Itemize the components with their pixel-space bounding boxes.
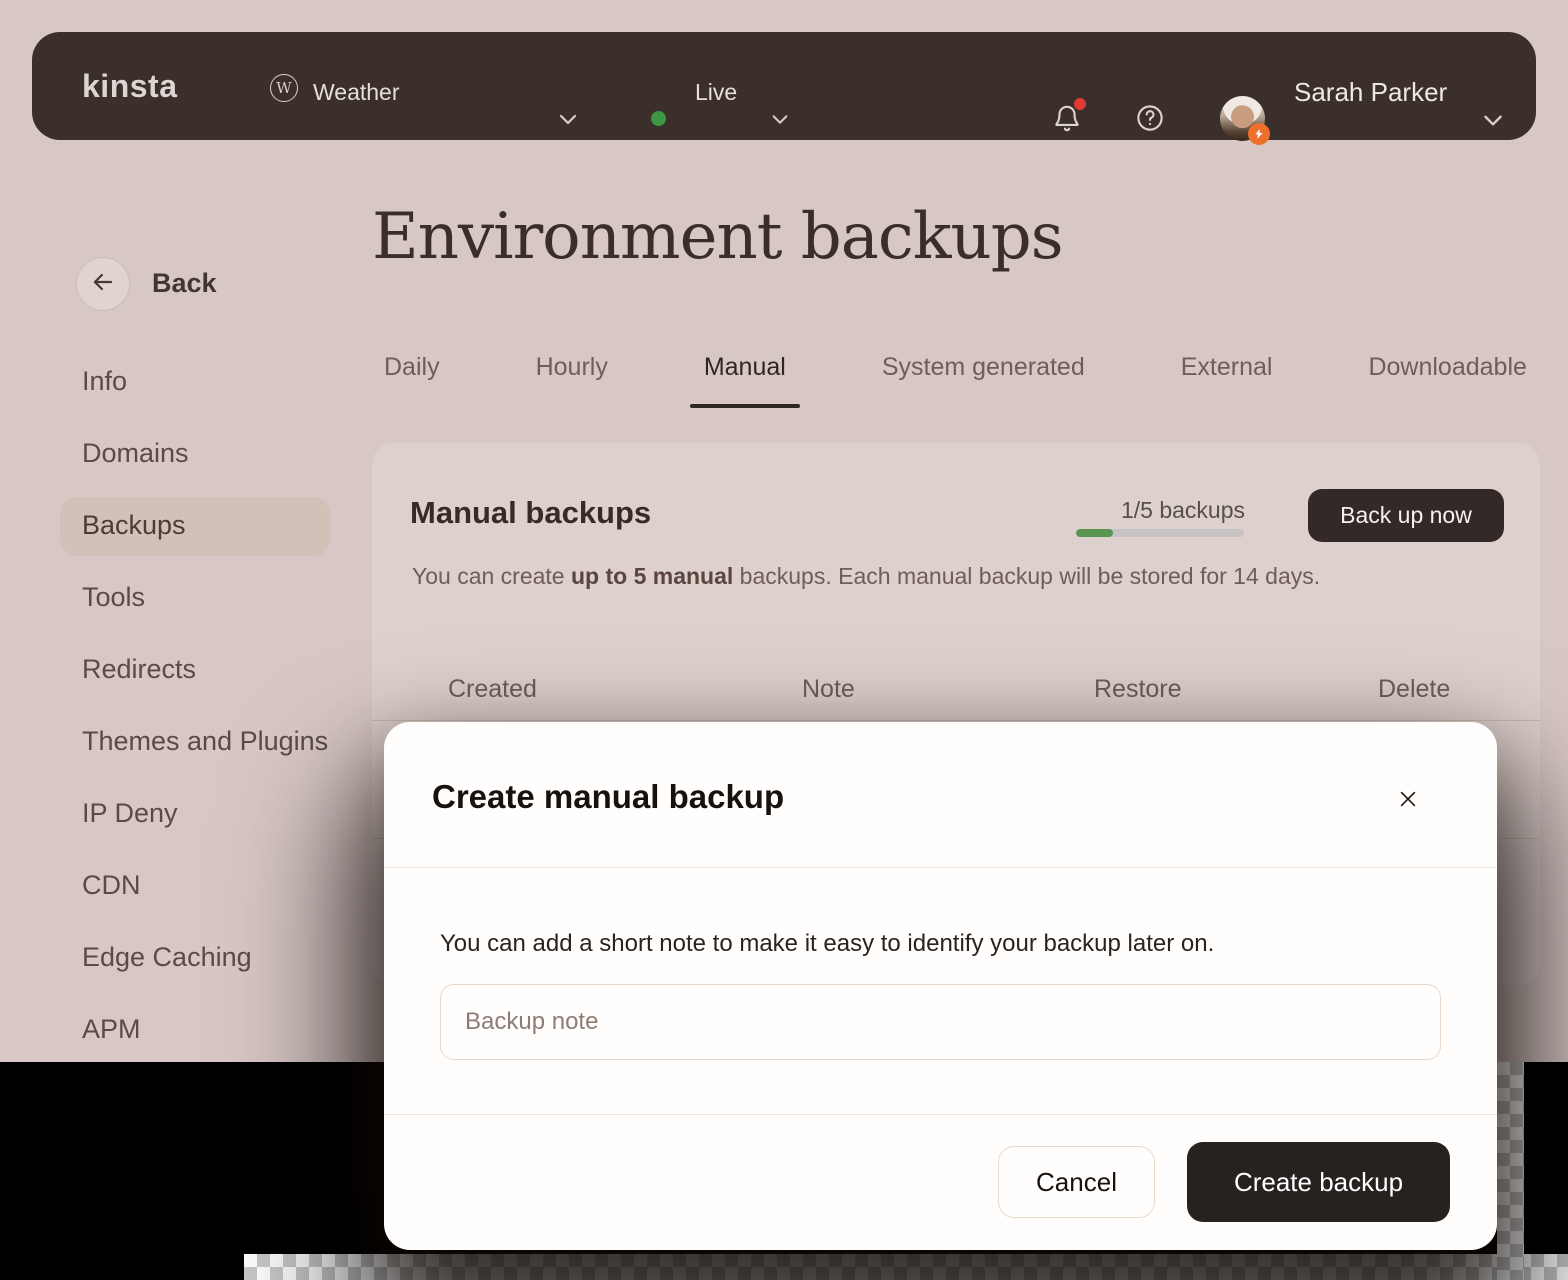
- transparency-checker-strip: [1497, 1062, 1524, 1280]
- sidebar-item-apm[interactable]: APM: [82, 1014, 334, 1048]
- backup-note-input[interactable]: [440, 984, 1441, 1060]
- create-manual-backup-modal: Create manual backup You can add a short…: [384, 722, 1497, 1250]
- tab-system-generated[interactable]: System generated: [882, 350, 1085, 408]
- modal-footer-divider: [384, 1114, 1497, 1115]
- sidebar-item-info[interactable]: Info: [82, 366, 334, 400]
- backup-usage-label: 1/5 backups: [1072, 497, 1245, 524]
- column-header-created: Created: [448, 675, 537, 704]
- close-icon[interactable]: [1388, 779, 1428, 819]
- user-menu-chevron-down-icon[interactable]: [1480, 107, 1504, 131]
- site-selector-label[interactable]: Weather: [313, 79, 400, 106]
- sidebar-item-edge-caching[interactable]: Edge Caching: [82, 942, 334, 976]
- backup-usage-fill: [1076, 529, 1113, 537]
- tab-hourly[interactable]: Hourly: [536, 350, 608, 408]
- sidebar-item-cdn[interactable]: CDN: [82, 870, 334, 904]
- back-up-now-button[interactable]: Back up now: [1308, 489, 1504, 542]
- user-avatar[interactable]: [1220, 96, 1265, 141]
- tab-daily[interactable]: Daily: [384, 350, 440, 408]
- backup-usage-progressbar: [1076, 529, 1244, 537]
- modal-header-divider: [384, 867, 1497, 868]
- top-nav: kinsta W Weather Live: [32, 32, 1536, 140]
- column-header-delete: Delete: [1378, 675, 1450, 704]
- kinsta-logo[interactable]: kinsta: [82, 68, 177, 105]
- backup-tabs: Daily Hourly Manual System generated Ext…: [372, 350, 1568, 408]
- sidebar-item-redirects[interactable]: Redirects: [82, 654, 334, 688]
- help-icon[interactable]: [1135, 103, 1165, 133]
- transparency-checker-strip: [244, 1254, 1568, 1280]
- environment-selector-label[interactable]: Live: [695, 79, 737, 106]
- notifications-bell-icon[interactable]: [1052, 102, 1082, 134]
- create-backup-button[interactable]: Create backup: [1187, 1142, 1450, 1222]
- sidebar-item-domains[interactable]: Domains: [82, 438, 334, 472]
- arrow-left-icon: [90, 269, 116, 300]
- sidebar-item-ip-deny[interactable]: IP Deny: [82, 798, 334, 832]
- backups-table-header: Created Note Restore Delete: [372, 665, 1540, 721]
- live-status-dot-icon: [651, 111, 666, 126]
- environment-chevron-down-icon[interactable]: [769, 108, 793, 132]
- screenshot-canvas: kinsta W Weather Live: [0, 0, 1568, 1280]
- column-header-note: Note: [802, 675, 855, 704]
- tab-external[interactable]: External: [1181, 350, 1273, 408]
- card-description: You can create up to 5 manual backups. E…: [412, 563, 1320, 590]
- modal-title: Create manual backup: [432, 778, 784, 816]
- tab-downloadable[interactable]: Downloadable: [1368, 350, 1526, 408]
- notification-badge-dot: [1074, 98, 1086, 110]
- back-button[interactable]: [76, 257, 130, 311]
- sidebar-item-tools[interactable]: Tools: [82, 582, 334, 616]
- back-label[interactable]: Back: [152, 268, 217, 299]
- modal-body-text: You can add a short note to make it easy…: [440, 930, 1440, 958]
- cancel-button[interactable]: Cancel: [998, 1146, 1155, 1218]
- wordpress-icon: W: [270, 74, 298, 102]
- tab-manual[interactable]: Manual: [704, 350, 786, 408]
- sidebar-item-themes-and-plugins[interactable]: Themes and Plugins: [82, 726, 334, 760]
- sidebar-item-backups[interactable]: Backups: [82, 510, 334, 544]
- page-title: Environment backups: [372, 200, 1063, 274]
- card-title: Manual backups: [410, 495, 651, 531]
- user-name[interactable]: Sarah Parker: [1294, 77, 1447, 108]
- lightning-badge-icon: [1248, 123, 1270, 145]
- column-header-restore: Restore: [1094, 675, 1182, 704]
- site-selector-chevron-down-icon[interactable]: [556, 107, 580, 131]
